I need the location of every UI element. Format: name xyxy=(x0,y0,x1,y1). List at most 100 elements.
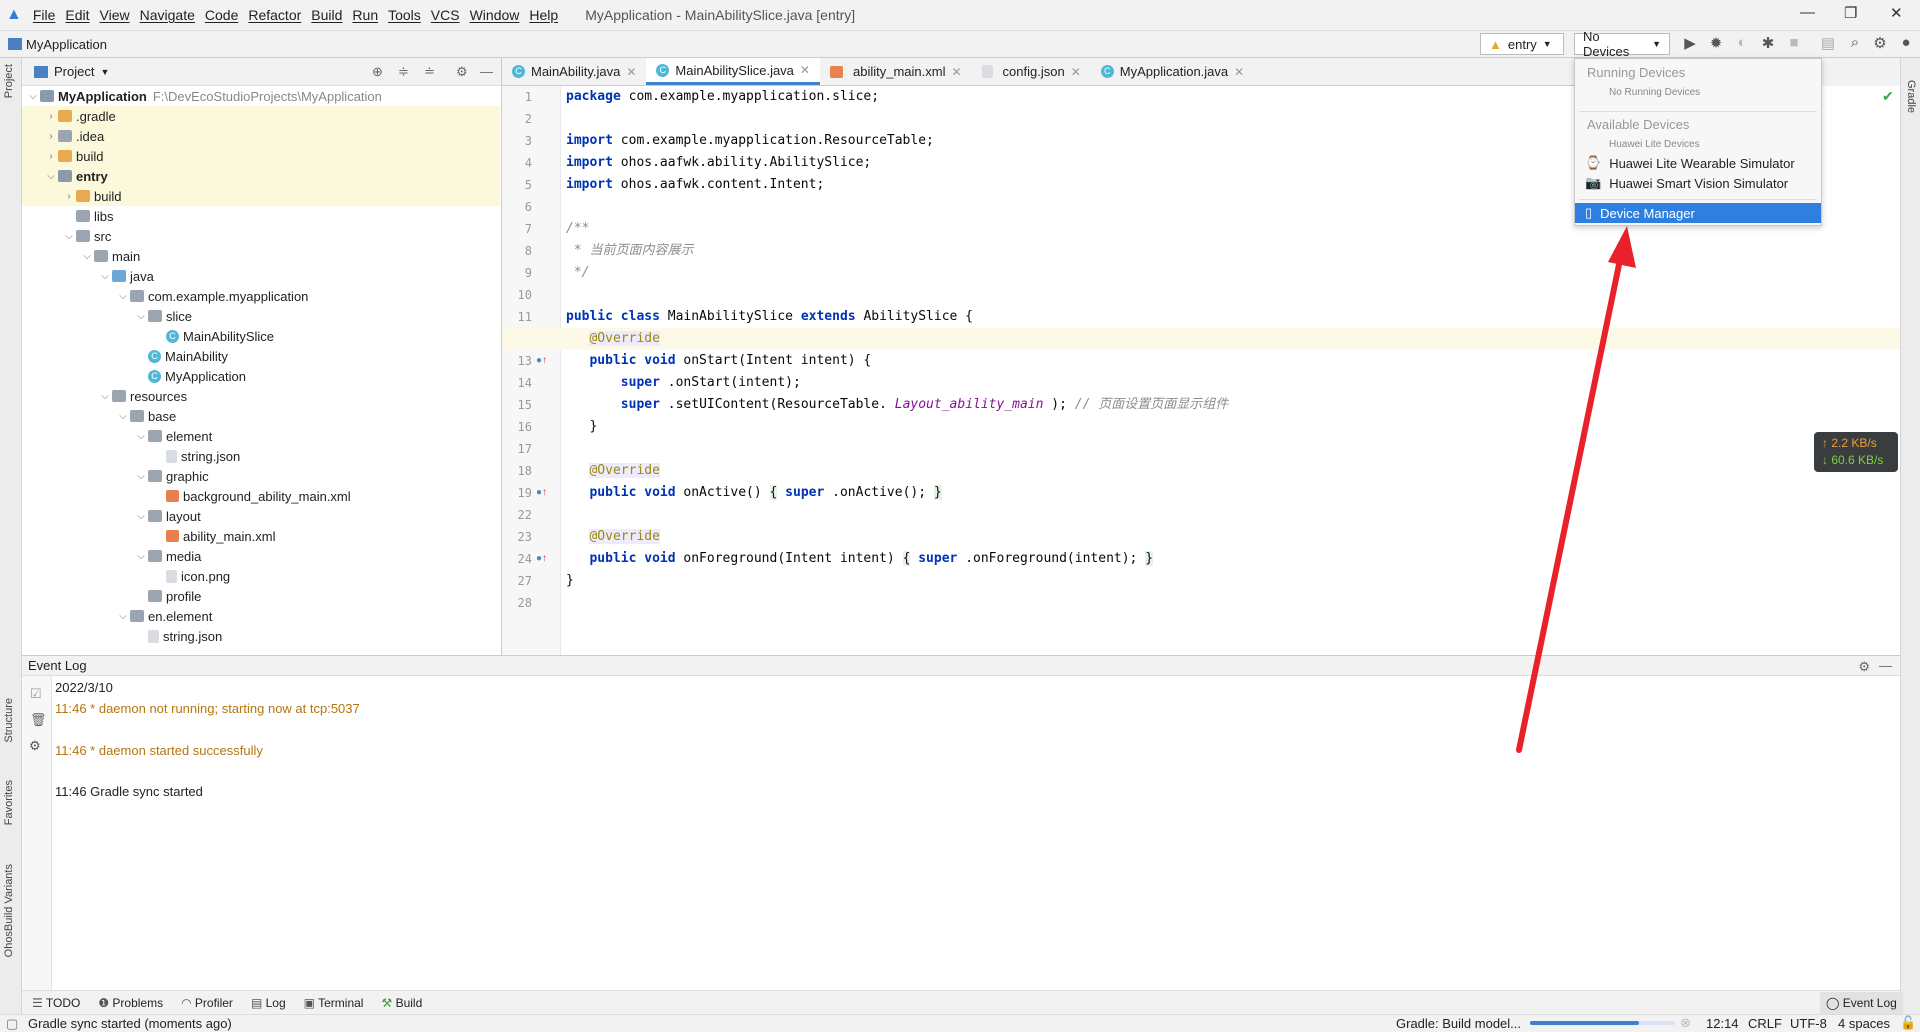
menu-edit[interactable]: Edit xyxy=(65,7,89,23)
line-separator[interactable]: CRLF xyxy=(1748,1016,1782,1031)
status-message[interactable]: Gradle sync started (moments ago) xyxy=(28,1016,232,1031)
chevron-down-icon[interactable]: ▼ xyxy=(100,67,109,77)
event-log-tool-button[interactable]: ◯ Event Log xyxy=(1820,992,1903,1014)
tree-item[interactable]: › .gradle xyxy=(22,106,500,126)
tree-item[interactable]: › build xyxy=(22,146,500,166)
tree-item[interactable]: ⌵ java xyxy=(22,266,500,286)
project-structure-icon[interactable]: ▤ xyxy=(1818,34,1838,54)
device-item-smart-vision[interactable]: 📷 Huawei Smart Vision Simulator xyxy=(1585,175,1788,191)
minimize-button[interactable]: — xyxy=(1800,4,1815,21)
override-marker-icon[interactable]: ●↑ xyxy=(536,553,547,564)
chevron-down-icon[interactable]: ⌵ xyxy=(44,171,58,182)
chevron-right-icon[interactable]: › xyxy=(44,151,58,162)
hide-panel-icon[interactable]: — xyxy=(1879,656,1892,676)
tab-config-json[interactable]: config.json ✕ xyxy=(972,58,1091,85)
build-variants-tool-button[interactable]: OhosBuild Variants xyxy=(3,864,15,957)
structure-tool-button[interactable]: Structure xyxy=(3,698,15,743)
search-icon[interactable]: ⌕ xyxy=(1845,34,1865,54)
favorites-tool-button[interactable]: Favorites xyxy=(3,780,15,825)
profile-icon[interactable]: ✱ xyxy=(1758,34,1778,54)
settings-gear-icon[interactable]: ⚙ xyxy=(1870,34,1890,54)
status-toggle-icon[interactable]: ▢ xyxy=(6,1016,18,1032)
restore-button[interactable]: ❐ xyxy=(1844,4,1857,22)
run-config-select[interactable]: ▲ entry ▼ xyxy=(1480,33,1564,55)
menu-help[interactable]: Help xyxy=(529,7,558,23)
tool-tab-terminal[interactable]: ▣ Terminal xyxy=(304,996,364,1010)
locate-icon[interactable]: ⊕ xyxy=(372,64,383,80)
indent-setting[interactable]: 4 spaces xyxy=(1838,1016,1890,1031)
menu-tools[interactable]: Tools xyxy=(388,7,421,23)
tree-item[interactable]: ⌵ layout xyxy=(22,506,500,526)
chevron-down-icon[interactable]: ⌵ xyxy=(80,251,94,262)
chevron-down-icon[interactable]: ⌵ xyxy=(116,291,130,302)
tree-item[interactable]: ⌵ MyApplication F:\DevEcoStudioProjects\My… xyxy=(22,86,500,106)
settings-gear-icon[interactable]: ⚙ xyxy=(456,64,468,80)
chevron-right-icon[interactable]: › xyxy=(44,131,58,142)
tree-item[interactable]: ⌵ media xyxy=(22,546,500,566)
chevron-down-icon[interactable]: ⌵ xyxy=(134,311,148,322)
tree-item[interactable]: ⌵ main xyxy=(22,246,500,266)
lock-icon[interactable]: 🔓 xyxy=(1900,1015,1916,1031)
tab-mainability-java[interactable]: C MainAbility.java ✕ xyxy=(502,58,646,85)
tree-item[interactable]: ⌵ element xyxy=(22,426,500,446)
tool-tab-profiler[interactable]: ◠ Profiler xyxy=(181,996,233,1010)
mark-read-icon[interactable]: ☑ xyxy=(30,686,42,702)
tree-item[interactable]: libs xyxy=(22,206,500,226)
menu-refactor[interactable]: Refactor xyxy=(248,7,301,23)
expand-all-icon[interactable]: ≑ xyxy=(398,64,409,80)
account-icon[interactable]: ● xyxy=(1896,34,1916,54)
hide-panel-icon[interactable]: — xyxy=(480,64,493,79)
breadcrumb-project[interactable]: MyApplication xyxy=(26,37,107,52)
tree-item[interactable]: ⌵ entry xyxy=(22,166,500,186)
chevron-right-icon[interactable]: › xyxy=(62,191,76,202)
cancel-task-icon[interactable]: ⊗ xyxy=(1680,1015,1691,1031)
tree-item[interactable]: background_ability_main.xml xyxy=(22,486,500,506)
debug-icon[interactable]: ✹ xyxy=(1706,34,1726,54)
chevron-down-icon[interactable]: ⌵ xyxy=(134,511,148,522)
close-window-button[interactable]: ✕ xyxy=(1890,4,1903,22)
device-manager-item[interactable]: ▯ Device Manager xyxy=(1575,203,1821,223)
tree-item[interactable]: ⌵ resources xyxy=(22,386,500,406)
chevron-down-icon[interactable]: ⌵ xyxy=(116,411,130,422)
tree-item[interactable]: › build xyxy=(22,186,500,206)
tree-item[interactable]: ⌵ com.example.myapplication xyxy=(22,286,500,306)
tab-ability_main-xml[interactable]: ability_main.xml ✕ xyxy=(820,58,972,85)
collapse-all-icon[interactable]: ≐ xyxy=(424,64,435,80)
tab-mainabilityslice-java[interactable]: C MainAbilitySlice.java ✕ xyxy=(646,58,820,85)
override-marker-icon[interactable]: ●↑ xyxy=(536,355,547,366)
device-item-wearable[interactable]: ⌚ Huawei Lite Wearable Simulator xyxy=(1585,155,1795,171)
close-tab-icon[interactable]: ✕ xyxy=(951,65,961,79)
gradle-tool-button[interactable]: Gradle xyxy=(1905,80,1917,113)
chevron-down-icon[interactable]: ⌵ xyxy=(134,471,148,482)
menu-vcs[interactable]: VCS xyxy=(431,7,460,23)
tree-item[interactable]: profile xyxy=(22,586,500,606)
close-tab-icon[interactable]: ✕ xyxy=(1234,65,1244,79)
chevron-down-icon[interactable]: ⌵ xyxy=(62,231,76,242)
tool-tab-build[interactable]: ⚒ Build xyxy=(381,996,422,1010)
tree-item[interactable]: icon.png xyxy=(22,566,500,586)
tree-item[interactable]: ⌵ src xyxy=(22,226,500,246)
menu-view[interactable]: View xyxy=(100,7,130,23)
background-task-label[interactable]: Gradle: Build model... xyxy=(1396,1016,1521,1031)
close-tab-icon[interactable]: ✕ xyxy=(1071,65,1081,79)
tree-item[interactable]: C MyApplication xyxy=(22,366,500,386)
menu-run[interactable]: Run xyxy=(352,7,378,23)
tool-tab-log[interactable]: ▤ Log xyxy=(251,996,286,1010)
tab-myapplication-java[interactable]: C MyApplication.java ✕ xyxy=(1091,58,1254,85)
tree-item[interactable]: ⌵ en.element xyxy=(22,606,500,626)
chevron-down-icon[interactable]: ⌵ xyxy=(134,551,148,562)
chevron-down-icon[interactable]: ⌵ xyxy=(98,271,112,282)
device-select[interactable]: No Devices ▼ xyxy=(1574,29,1670,59)
clear-all-icon[interactable]: 🗑 xyxy=(30,712,47,728)
close-tab-icon[interactable]: ✕ xyxy=(626,65,636,79)
menu-code[interactable]: Code xyxy=(205,7,238,23)
tree-item[interactable]: ⌵ base xyxy=(22,406,500,426)
menu-window[interactable]: Window xyxy=(470,7,520,23)
tree-item[interactable]: C MainAbility xyxy=(22,346,500,366)
tree-item[interactable]: ⌵ slice xyxy=(22,306,500,326)
close-tab-icon[interactable]: ✕ xyxy=(800,63,810,77)
run-icon[interactable]: ▶ xyxy=(1680,34,1700,54)
tool-tab-todo[interactable]: ☰ TODO xyxy=(32,996,80,1010)
project-view-select[interactable]: Project xyxy=(54,64,94,79)
override-marker-icon[interactable]: ●↑ xyxy=(536,487,547,498)
